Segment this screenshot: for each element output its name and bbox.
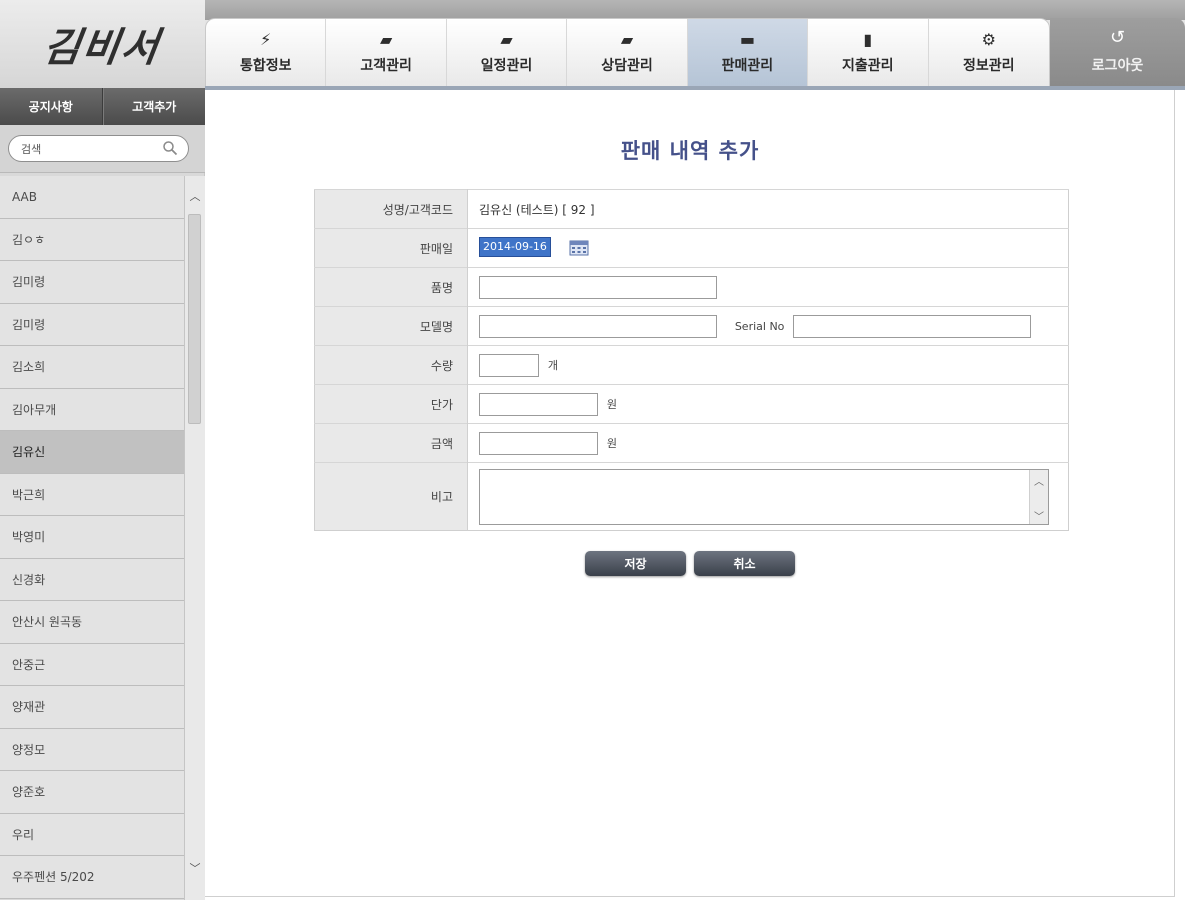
- scrollbar-thumb[interactable]: [188, 214, 201, 424]
- search-icon[interactable]: [162, 140, 178, 156]
- amount-unit: 원: [606, 437, 617, 450]
- price-row: 단가 원: [314, 384, 1069, 424]
- add-customer-button[interactable]: 고객추가: [102, 88, 206, 125]
- customer-list-item[interactable]: 양재관: [0, 686, 184, 729]
- customer-folder-icon: ▰: [379, 30, 393, 49]
- product-row: 품명: [314, 267, 1069, 307]
- sidebar: 김비서 공지사항 고객추가 검색 AAB 김ㅇㅎ 김미령 김미령 김소희 김아무개 김유신 박…: [0, 0, 205, 900]
- customer-list-item[interactable]: 양정모: [0, 728, 184, 771]
- logout-label: 로그아웃: [1091, 58, 1144, 74]
- customer-list-scrollbar[interactable]: ︿ ﹀: [184, 176, 205, 900]
- tab-label: 정보관리: [962, 58, 1015, 74]
- serial-no-input[interactable]: [793, 314, 1032, 338]
- price-unit: 원: [606, 398, 617, 411]
- memo-scroll-up-icon[interactable]: ︿: [1034, 473, 1044, 488]
- quantity-input[interactable]: [479, 353, 539, 377]
- customer-label: 성명/고객코드: [314, 189, 468, 229]
- memo-textarea[interactable]: ︿ ﹀: [479, 468, 1049, 525]
- customer-search-area: 검색: [0, 125, 205, 173]
- customer-list-item[interactable]: 신경화: [0, 558, 184, 601]
- date-row: 판매일 2014-09-16: [314, 228, 1069, 268]
- tab-label: 고객관리: [360, 58, 412, 74]
- lightning-icon: ⚡: [260, 30, 272, 49]
- consult-folder-icon: ▰: [620, 30, 634, 49]
- main-tabs: ⚡ 통합정보 ▰ 고객관리 ▰ 일정관리 ▰ 상담관리 ▬ 판매관리 ▮ 지출관리 ⚙ 정보관리: [205, 18, 1050, 86]
- scroll-down-icon[interactable]: ﹀: [188, 862, 202, 876]
- amount-input[interactable]: [479, 431, 598, 455]
- customer-list-item[interactable]: 김미령: [0, 261, 184, 304]
- customer-row: 성명/고객코드 김유신 (테스트) [ 92 ]: [314, 189, 1069, 229]
- tab-label: 일정관리: [480, 58, 533, 74]
- memo-scrollbar[interactable]: ︿ ﹀: [1029, 469, 1048, 524]
- tab-5[interactable]: ▬ 판매관리: [687, 19, 809, 86]
- price-label: 단가: [314, 384, 468, 424]
- calendar-icon[interactable]: [569, 240, 589, 256]
- main-content: 판매 내역 추가 성명/고객코드 김유신 (테스트) [ 92 ] 판매일 20…: [205, 90, 1175, 897]
- customer-list-item[interactable]: 우리: [0, 813, 184, 856]
- save-button[interactable]: 저장: [585, 551, 686, 576]
- customer-list-item[interactable]: 김아무개: [0, 388, 184, 431]
- customer-list-item[interactable]: 박영미: [0, 516, 184, 559]
- tab-label: 판매관리: [721, 58, 774, 74]
- scroll-up-icon[interactable]: ︿: [188, 190, 202, 204]
- tab-2[interactable]: ▰ 고객관리: [326, 19, 447, 86]
- sidebar-menu: 공지사항 고객추가: [0, 88, 205, 125]
- top-navigation: ⚡ 통합정보 ▰ 고객관리 ▰ 일정관리 ▰ 상담관리 ▬ 판매관리 ▮ 지출관리 ⚙ 정보관리 ↺ 로그…: [205, 0, 1185, 90]
- cancel-button[interactable]: 취소: [694, 551, 795, 576]
- model-name-input[interactable]: [479, 314, 717, 338]
- tab-6[interactable]: ▮ 지출관리: [808, 19, 929, 86]
- page-title: 판매 내역 추가: [620, 139, 760, 163]
- customer-list-item[interactable]: 김소희: [0, 346, 184, 389]
- customer-list-item[interactable]: 안중근: [0, 643, 184, 686]
- amount-row: 금액 원: [314, 423, 1069, 463]
- customer-list: AAB 김ㅇㅎ 김미령 김미령 김소희 김아무개 김유신 박근희 박영미 신경화 안산시 원곡동 안중…: [0, 176, 184, 900]
- tab-4[interactable]: ▰ 상담관리: [567, 19, 688, 86]
- tab-label: 지출관리: [842, 58, 894, 74]
- sales-form: 성명/고객코드 김유신 (테스트) [ 92 ] 판매일 2014-09-16: [314, 189, 1069, 531]
- model-label: 모델명: [314, 306, 468, 346]
- product-label: 품명: [314, 267, 468, 307]
- serial-label: Serial No: [734, 319, 785, 333]
- logout-button[interactable]: ↺ 로그아웃: [1050, 18, 1185, 86]
- quantity-row: 수량 개: [314, 345, 1069, 385]
- briefcase-icon: ▬: [739, 30, 755, 49]
- sale-date-value: 2014-09-16: [479, 236, 551, 257]
- customer-list-item[interactable]: 안산시 원곡동: [0, 601, 184, 644]
- customer-list-item[interactable]: 김유신: [0, 431, 184, 474]
- search-placeholder: 검색: [21, 142, 42, 156]
- quantity-unit: 개: [547, 359, 558, 372]
- schedule-folder-icon: ▰: [500, 30, 513, 49]
- customer-list-item[interactable]: 박근희: [0, 473, 184, 516]
- customer-list-item[interactable]: AAB: [0, 176, 184, 219]
- memo-label: 비고: [314, 462, 468, 531]
- unit-price-input[interactable]: [479, 392, 598, 416]
- customer-list-item[interactable]: 김ㅇㅎ: [0, 218, 184, 261]
- sale-date-field[interactable]: 2014-09-16: [479, 236, 561, 260]
- customer-list-item[interactable]: 김미령: [0, 303, 184, 346]
- notice-button[interactable]: 공지사항: [0, 88, 103, 125]
- logo-text: 김비서: [40, 24, 164, 71]
- tab-3[interactable]: ▰ 일정관리: [447, 19, 568, 86]
- logout-arrow-icon: ↺: [1109, 27, 1126, 48]
- customer-list-item[interactable]: 우주펜션 5/202: [0, 856, 184, 899]
- app-logo[interactable]: 김비서: [0, 0, 205, 88]
- customer-value: 김유신 (테스트) [ 92 ]: [467, 189, 1069, 229]
- product-name-input[interactable]: [479, 275, 717, 299]
- amount-label: 금액: [314, 423, 468, 463]
- customer-search-input[interactable]: 검색: [8, 135, 189, 162]
- model-row: 모델명 Serial No: [314, 306, 1069, 346]
- tab-7[interactable]: ⚙ 정보관리: [929, 19, 1049, 86]
- document-icon: ▮: [863, 30, 873, 49]
- top-strip: [205, 0, 1185, 20]
- quantity-label: 수량: [314, 345, 468, 385]
- date-label: 판매일: [314, 228, 468, 268]
- tab-label: 상담관리: [601, 58, 653, 74]
- gear-icon: ⚙: [981, 30, 996, 49]
- memo-scroll-down-icon[interactable]: ﹀: [1034, 508, 1044, 523]
- memo-row: 비고 ︿ ﹀: [314, 462, 1069, 531]
- tab-label: 통합정보: [239, 58, 292, 74]
- customer-list-item[interactable]: 양준호: [0, 771, 184, 814]
- tab-1[interactable]: ⚡ 통합정보: [206, 19, 327, 86]
